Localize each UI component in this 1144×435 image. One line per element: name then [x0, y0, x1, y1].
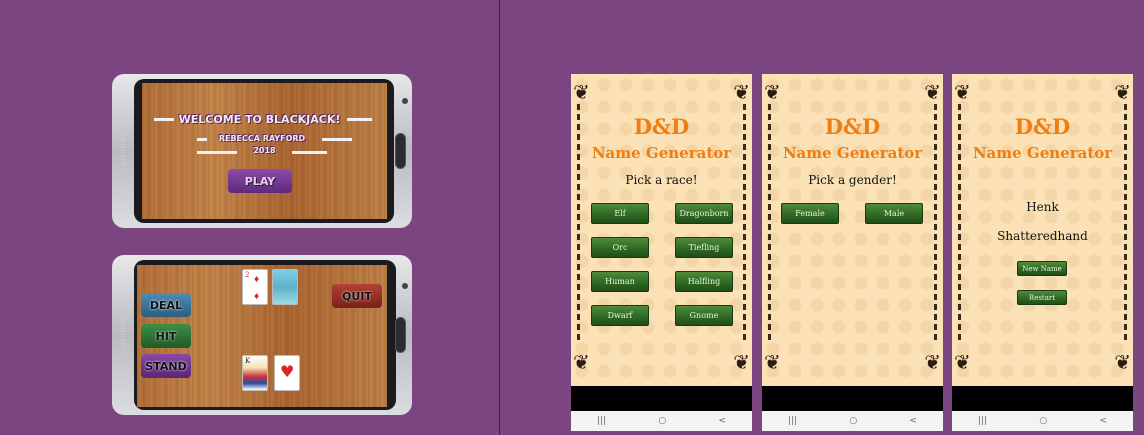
home-button[interactable] — [395, 317, 406, 353]
race-button-human[interactable]: Human — [591, 271, 649, 292]
race-button-tiefling[interactable]: Tiefling — [675, 237, 733, 258]
dnd-gender-screen: ❦ ❦ ❦ ❦ D&D Name Generator Pick a gender… — [762, 74, 943, 431]
recents-icon[interactable]: ||| — [978, 416, 987, 426]
android-nav-bar: ||| ○ < — [762, 411, 943, 431]
android-nav-bar: ||| ○ < — [571, 411, 752, 431]
player-card-heart: ♥ — [274, 355, 300, 391]
app-title: D&D — [1014, 114, 1071, 139]
black-nav-strip — [571, 386, 752, 411]
welcome-title: WELCOME TO BLACKJACK! — [178, 113, 341, 126]
samsung-brand-label: SAMSUNG — [120, 313, 128, 357]
panel-divider — [499, 0, 500, 435]
recents-icon[interactable]: ||| — [597, 416, 606, 426]
ornament-bottom-left-icon: ❦ — [954, 350, 971, 374]
gender-button-female[interactable]: Female — [781, 203, 839, 224]
dealer-card-back — [272, 269, 298, 305]
home-icon[interactable]: ○ — [849, 416, 857, 426]
ornament-bottom-left-icon: ❦ — [573, 350, 590, 374]
year-line-left — [197, 151, 237, 154]
app-subtitle: Name Generator — [782, 144, 923, 162]
quit-button[interactable]: QUIT — [332, 284, 382, 308]
hit-button[interactable]: HIT — [141, 324, 191, 348]
author-name: REBECCA RAYFORD — [218, 134, 306, 143]
app-subtitle: Name Generator — [972, 144, 1113, 162]
dealer-card: 2 ♦ ♦ — [242, 269, 268, 305]
play-button[interactable]: PLAY — [228, 169, 292, 193]
app-subtitle: Name Generator — [591, 144, 732, 162]
android-nav-bar: ||| ○ < — [952, 411, 1133, 431]
black-nav-strip — [952, 386, 1133, 411]
generated-last-name: Shatteredhand — [997, 229, 1088, 243]
home-icon[interactable]: ○ — [1039, 416, 1047, 426]
border-left — [958, 104, 961, 344]
player-card-king: K — [242, 355, 268, 391]
race-button-dwarf[interactable]: Dwarf — [591, 305, 649, 326]
speaker-icon — [402, 98, 408, 104]
back-icon[interactable]: < — [718, 416, 726, 426]
race-button-halfling[interactable]: Halfling — [675, 271, 733, 292]
year-line-right — [292, 151, 327, 154]
race-prompt: Pick a race! — [625, 173, 698, 187]
stand-button[interactable]: STAND — [141, 354, 191, 378]
wood-table-surface: DEAL HIT STAND QUIT 2 ♦ ♦ K ♥ — [137, 265, 387, 407]
race-button-dragonborn[interactable]: Dragonborn — [675, 203, 733, 224]
border-right — [934, 104, 937, 344]
border-right — [743, 104, 746, 344]
generated-first-name: Henk — [1026, 200, 1059, 214]
restart-button[interactable]: Restart — [1017, 290, 1067, 305]
race-button-elf[interactable]: Elf — [591, 203, 649, 224]
back-icon[interactable]: < — [909, 416, 917, 426]
ornament-bottom-right-icon: ❦ — [1114, 350, 1131, 374]
new-name-button[interactable]: New Name — [1017, 261, 1067, 276]
samsung-brand-label: SAMSUNG — [120, 129, 128, 173]
gender-button-male[interactable]: Male — [865, 203, 923, 224]
year-label: 2018 — [253, 146, 276, 155]
deal-button[interactable]: DEAL — [141, 293, 191, 317]
dnd-result-screen: ❦ ❦ ❦ ❦ D&D Name Generator Henk Shattere… — [952, 74, 1133, 431]
border-right — [1124, 104, 1127, 344]
card-rank: 2 — [245, 271, 250, 279]
ornament-bottom-left-icon: ❦ — [764, 350, 781, 374]
back-icon[interactable]: < — [1099, 416, 1107, 426]
ornament-top-left-icon: ❦ — [573, 80, 590, 104]
recents-icon[interactable]: ||| — [788, 416, 797, 426]
app-title: D&D — [824, 114, 881, 139]
ornament-top-right-icon: ❦ — [1114, 80, 1131, 104]
gender-prompt: Pick a gender! — [808, 173, 897, 187]
race-button-orc[interactable]: Orc — [591, 237, 649, 258]
ornament-top-right-icon: ❦ — [924, 80, 941, 104]
home-icon[interactable]: ○ — [658, 416, 666, 426]
heart-suit-icon: ♥ — [280, 362, 295, 381]
author-line-right — [322, 138, 352, 141]
border-left — [577, 104, 580, 344]
diamond-suit-icon: ♦ — [253, 292, 261, 301]
ornament-top-left-icon: ❦ — [954, 80, 971, 104]
diamond-suit-icon: ♦ — [253, 275, 261, 284]
ornament-bottom-right-icon: ❦ — [924, 350, 941, 374]
wood-table-surface: WELCOME TO BLACKJACK! REBECCA RAYFORD 20… — [142, 83, 387, 219]
speaker-icon — [402, 283, 408, 289]
ornament-bottom-right-icon: ❦ — [733, 350, 750, 374]
home-button[interactable] — [395, 133, 406, 169]
app-title: D&D — [633, 114, 690, 139]
blackjack-title-phone: SAMSUNG WELCOME TO BLACKJACK! REBECCA RA… — [112, 74, 412, 228]
race-button-gnome[interactable]: Gnome — [675, 305, 733, 326]
blackjack-game-phone: SAMSUNG DEAL HIT STAND QUIT 2 ♦ ♦ K ♥ — [112, 255, 412, 415]
ornament-top-left-icon: ❦ — [764, 80, 781, 104]
ornament-top-right-icon: ❦ — [733, 80, 750, 104]
dnd-race-screen: ❦ ❦ ❦ ❦ D&D Name Generator Pick a race! … — [571, 74, 752, 431]
border-left — [768, 104, 771, 344]
card-rank: K — [245, 357, 251, 365]
black-nav-strip — [762, 386, 943, 411]
